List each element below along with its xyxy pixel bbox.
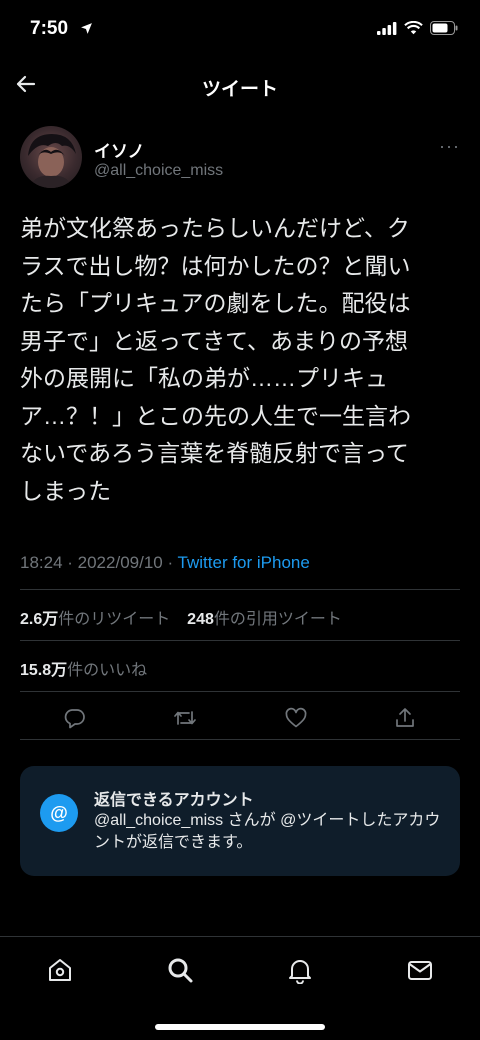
retweet-count: 2.6万	[20, 611, 59, 628]
tweet-source-link[interactable]: Twitter for iPhone	[178, 553, 310, 572]
reply-card-body: @all_choice_miss さんが @ツイートしたアカウントが返信できます…	[94, 812, 441, 851]
author-handle[interactable]: @all_choice_miss	[94, 162, 223, 180]
divider	[20, 589, 460, 590]
retweet-button[interactable]	[172, 706, 198, 730]
search-icon	[168, 958, 193, 983]
home-icon	[49, 959, 71, 981]
bell-icon	[289, 960, 311, 984]
reply-restriction-card: @ 返信できるアカウント @all_choice_miss さんが @ツイートし…	[20, 766, 460, 876]
status-time: 7:50	[30, 18, 69, 39]
quote-label: 件の引用ツイート	[213, 611, 342, 628]
page-title: ツイート	[201, 79, 278, 100]
tweet-action-bar	[20, 700, 460, 736]
nav-header: ツイート	[0, 62, 480, 108]
author-display-name[interactable]: イソノ	[94, 137, 145, 162]
battery-icon	[430, 21, 458, 40]
divider	[20, 640, 460, 641]
like-count: 15.8万	[20, 662, 68, 679]
mail-icon	[408, 961, 432, 980]
reply-card-title: 返信できるアカウント	[94, 792, 254, 809]
home-indicator[interactable]	[155, 1024, 325, 1030]
like-button[interactable]	[284, 706, 308, 730]
system-icons	[377, 20, 458, 40]
quote-count: 248	[187, 611, 214, 628]
reply-icon	[64, 709, 85, 729]
heart-icon	[285, 707, 307, 728]
avatar[interactable]	[20, 126, 82, 188]
like-label: 件のいいね	[67, 662, 148, 679]
share-button[interactable]	[393, 706, 417, 730]
like-stats[interactable]: 15.8万件のいいね	[20, 656, 147, 680]
reply-button[interactable]	[63, 706, 87, 730]
more-options-button[interactable]: ···	[439, 136, 460, 157]
location-arrow-icon	[80, 22, 93, 40]
tweet-meta: 18:24 · 2022/09/10 · Twitter for iPhone	[20, 553, 310, 573]
retweet-stats[interactable]: 2.6万件のリツイート 248件の引用ツイート	[20, 605, 342, 629]
signal-icon	[377, 21, 397, 40]
share-icon	[396, 708, 415, 727]
at-icon: @	[40, 794, 78, 832]
retweet-icon	[174, 711, 197, 725]
retweet-label: 件のリツイート	[58, 611, 171, 628]
divider	[20, 691, 460, 692]
tab-notifications[interactable]	[280, 953, 320, 987]
tweet-text: 弟が文化祭あったらしいんだけど、ク ラスで出し物？は何かしたの？と聞い たら「プ…	[20, 215, 411, 504]
tab-search[interactable]	[160, 953, 200, 987]
divider	[20, 739, 460, 740]
tweet-timestamp[interactable]: 18:24 · 2022/09/10 ·	[20, 553, 178, 572]
bottom-tab-bar	[0, 936, 480, 1040]
wifi-icon	[404, 20, 423, 40]
status-bar: 7:50	[0, 0, 480, 60]
tab-messages[interactable]	[400, 953, 440, 987]
tweet-author: イソノ @all_choice_miss ···	[20, 126, 460, 190]
tab-home[interactable]	[40, 953, 80, 987]
